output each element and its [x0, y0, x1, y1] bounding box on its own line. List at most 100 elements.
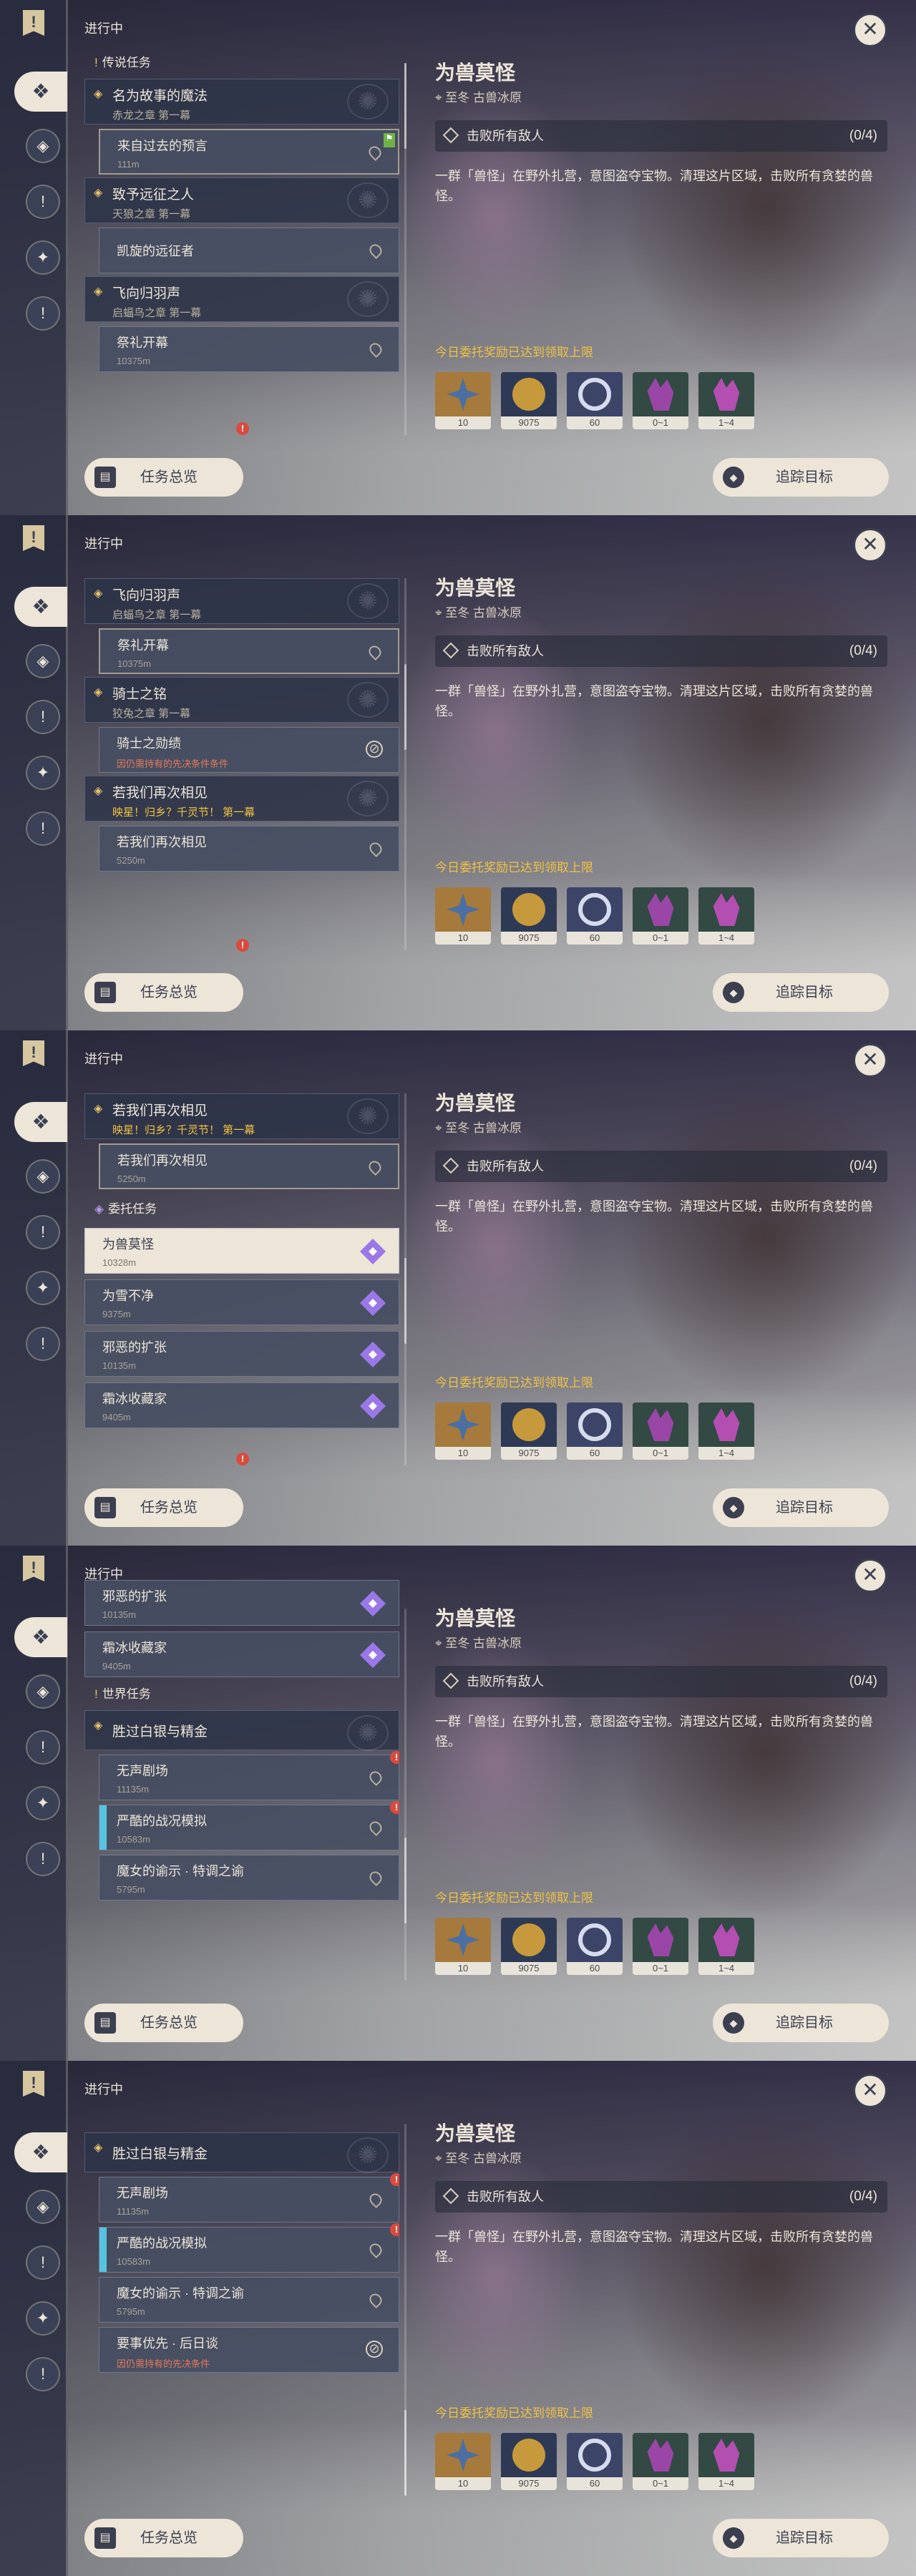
- close-button[interactable]: ✕: [853, 1558, 887, 1593]
- quest-overview-button[interactable]: ▤ 任务总览: [84, 2004, 243, 2042]
- archon-quest-icon[interactable]: ◈: [26, 1674, 60, 1709]
- world-quest-icon[interactable]: !: [26, 1842, 60, 1876]
- commission-item[interactable]: 邪恶的扩张 10135m: [84, 1580, 399, 1626]
- all-quests-icon[interactable]: ❖: [14, 587, 67, 627]
- reward-fate[interactable]: 60: [567, 372, 623, 429]
- quest-overview-button[interactable]: ▤ 任务总览: [84, 1488, 243, 1527]
- quest-step[interactable]: 祭礼开幕 10375m: [99, 628, 399, 674]
- quest-group[interactable]: ◈ 胜过白银与精金 ✺: [84, 1710, 399, 1751]
- world-quest-icon[interactable]: !: [26, 2357, 60, 2391]
- reward-ore[interactable]: 1~4: [698, 1918, 754, 1975]
- reward-ore[interactable]: 1~4: [698, 887, 754, 945]
- story-quest-icon[interactable]: !: [26, 185, 60, 219]
- reward-mora[interactable]: 9075: [501, 1402, 557, 1460]
- quest-step[interactable]: 严酷的战况模拟 10583m !: [99, 1801, 399, 1850]
- quest-group[interactable]: ◈ 若我们再次相见 映星！归乡？千灵节！ 第一幕 ✺: [84, 1093, 399, 1139]
- quest-step[interactable]: 要事优先 · 后日谈 因仍需持有的先决条件 ⊘: [99, 2327, 399, 2373]
- quest-group[interactable]: ◈ 飞向归羽声 启蝠鸟之章 第一幕 ✺: [84, 276, 399, 322]
- quest-step[interactable]: 骑士之勋绩 因仍需持有的先决条件条件 ⊘: [99, 727, 399, 773]
- commission-item[interactable]: 邪恶的扩张 10135m: [84, 1331, 399, 1377]
- commission-icon[interactable]: ✦: [26, 1786, 60, 1820]
- scrollbar[interactable]: [404, 578, 406, 950]
- commission-icon[interactable]: ✦: [26, 240, 60, 275]
- quest-overview-button[interactable]: ▤ 任务总览: [84, 458, 243, 497]
- scrollbar[interactable]: [404, 63, 406, 435]
- scrollbar[interactable]: [404, 1093, 406, 1465]
- quest-tab-icon[interactable]: !: [23, 525, 44, 551]
- close-button[interactable]: ✕: [853, 1043, 887, 1078]
- reward-crystal[interactable]: 0~1: [633, 887, 688, 945]
- reward-crystal[interactable]: 0~1: [633, 1918, 688, 1975]
- world-quest-icon[interactable]: !: [26, 296, 60, 331]
- quest-tab-icon[interactable]: !: [23, 2071, 44, 2097]
- story-quest-icon[interactable]: !: [26, 700, 60, 734]
- archon-quest-icon[interactable]: ◈: [26, 1159, 60, 1194]
- commission-icon[interactable]: ✦: [26, 1271, 60, 1305]
- reward-adventure-exp[interactable]: 10: [435, 1918, 491, 1975]
- track-button[interactable]: ◆ 追踪目标: [713, 1488, 889, 1527]
- reward-adventure-exp[interactable]: 10: [435, 2433, 491, 2490]
- quest-step[interactable]: 魔女的谕示 · 特调之谕 5795m: [99, 2277, 399, 2323]
- reward-mora[interactable]: 9075: [501, 372, 557, 429]
- scrollbar[interactable]: [404, 1609, 406, 1981]
- reward-mora[interactable]: 9075: [501, 887, 557, 945]
- quest-list[interactable]: ◈ 若我们再次相见 映星！归乡？千灵节！ 第一幕 ✺ 若我们再次相见 5250m…: [84, 1080, 399, 1467]
- commission-item[interactable]: 为兽莫怪 10328m: [84, 1228, 399, 1274]
- all-quests-icon[interactable]: ❖: [14, 72, 67, 112]
- reward-adventure-exp[interactable]: 10: [435, 1402, 491, 1460]
- reward-crystal[interactable]: 0~1: [633, 1402, 688, 1460]
- track-button[interactable]: ◆ 追踪目标: [713, 458, 889, 497]
- commission-item[interactable]: 霜冰收藏家 9405m: [84, 1631, 399, 1677]
- world-quest-icon[interactable]: !: [26, 811, 60, 846]
- archon-quest-icon[interactable]: ◈: [26, 2190, 60, 2224]
- quest-list[interactable]: 邪恶的扩张 10135m 霜冰收藏家 9405m ! 世界任务 ◈ 胜过白银与精金…: [84, 1574, 399, 1982]
- archon-quest-icon[interactable]: ◈: [26, 129, 60, 163]
- reward-fate[interactable]: 60: [567, 887, 623, 945]
- quest-list[interactable]: ! 传说任务 ◈ 名为故事的魔法 赤龙之章 第一幕 ✺ 来自过去的预言 111m …: [84, 50, 399, 436]
- reward-ore[interactable]: 1~4: [698, 372, 754, 429]
- reward-fate[interactable]: 60: [567, 1918, 623, 1975]
- reward-fate[interactable]: 60: [567, 2433, 623, 2490]
- story-quest-icon[interactable]: !: [26, 1730, 60, 1765]
- all-quests-icon[interactable]: ❖: [14, 2132, 67, 2172]
- reward-adventure-exp[interactable]: 10: [435, 372, 491, 429]
- reward-mora[interactable]: 9075: [501, 1918, 557, 1975]
- reward-crystal[interactable]: 0~1: [633, 2433, 688, 2490]
- quest-tab-icon[interactable]: !: [23, 1556, 44, 1581]
- quest-group[interactable]: ◈ 飞向归羽声 启蝠鸟之章 第一幕 ✺: [84, 578, 399, 624]
- commission-icon[interactable]: ✦: [26, 2301, 60, 2336]
- commission-item[interactable]: 为雪不净 9375m: [84, 1279, 399, 1325]
- quest-list[interactable]: ◈ 胜过白银与精金 ✺ 无声剧场 11135m ! 严酷的战况模拟 10583m…: [84, 2129, 399, 2502]
- quest-step[interactable]: 严酷的战况模拟 10583m !: [99, 2223, 399, 2273]
- quest-group[interactable]: ◈ 骑士之铭 狡兔之章 第一幕 ✺: [84, 677, 399, 723]
- track-button[interactable]: ◆ 追踪目标: [713, 2519, 889, 2557]
- quest-step[interactable]: 无声剧场 11135m !: [99, 2173, 399, 2223]
- quest-step[interactable]: 无声剧场 11135m !: [99, 1751, 399, 1800]
- quest-group[interactable]: ◈ 名为故事的魔法 赤龙之章 第一幕 ✺: [84, 79, 399, 125]
- reward-ore[interactable]: 1~4: [698, 1402, 754, 1460]
- close-button[interactable]: ✕: [853, 528, 887, 562]
- quest-step[interactable]: 凯旋的远征者: [99, 228, 399, 273]
- all-quests-icon[interactable]: ❖: [14, 1617, 67, 1657]
- quest-step[interactable]: 祭礼开幕 10375m: [99, 326, 399, 372]
- close-button[interactable]: ✕: [853, 2074, 887, 2108]
- track-button[interactable]: ◆ 追踪目标: [713, 973, 889, 1012]
- reward-adventure-exp[interactable]: 10: [435, 887, 491, 945]
- quest-overview-button[interactable]: ▤ 任务总览: [84, 2519, 243, 2557]
- commission-icon[interactable]: ✦: [26, 756, 60, 790]
- scrollbar[interactable]: [404, 2124, 406, 2496]
- quest-step[interactable]: 若我们再次相见 5250m: [99, 1143, 399, 1189]
- quest-group[interactable]: ◈ 胜过白银与精金 ✺: [84, 2132, 399, 2173]
- archon-quest-icon[interactable]: ◈: [26, 644, 60, 678]
- reward-ore[interactable]: 1~4: [698, 2433, 754, 2490]
- quest-step[interactable]: 来自过去的预言 111m ⚑: [99, 129, 399, 175]
- close-button[interactable]: ✕: [853, 13, 887, 47]
- story-quest-icon[interactable]: !: [26, 2245, 60, 2280]
- quest-tab-icon[interactable]: !: [23, 10, 44, 36]
- quest-overview-button[interactable]: ▤ 任务总览: [84, 973, 243, 1012]
- reward-mora[interactable]: 9075: [501, 2433, 557, 2490]
- world-quest-icon[interactable]: !: [26, 1327, 60, 1361]
- track-button[interactable]: ◆ 追踪目标: [713, 2004, 889, 2042]
- reward-fate[interactable]: 60: [567, 1402, 623, 1460]
- quest-group[interactable]: ◈ 若我们再次相见 映星！归乡？千灵节！ 第一幕 ✺: [84, 776, 399, 821]
